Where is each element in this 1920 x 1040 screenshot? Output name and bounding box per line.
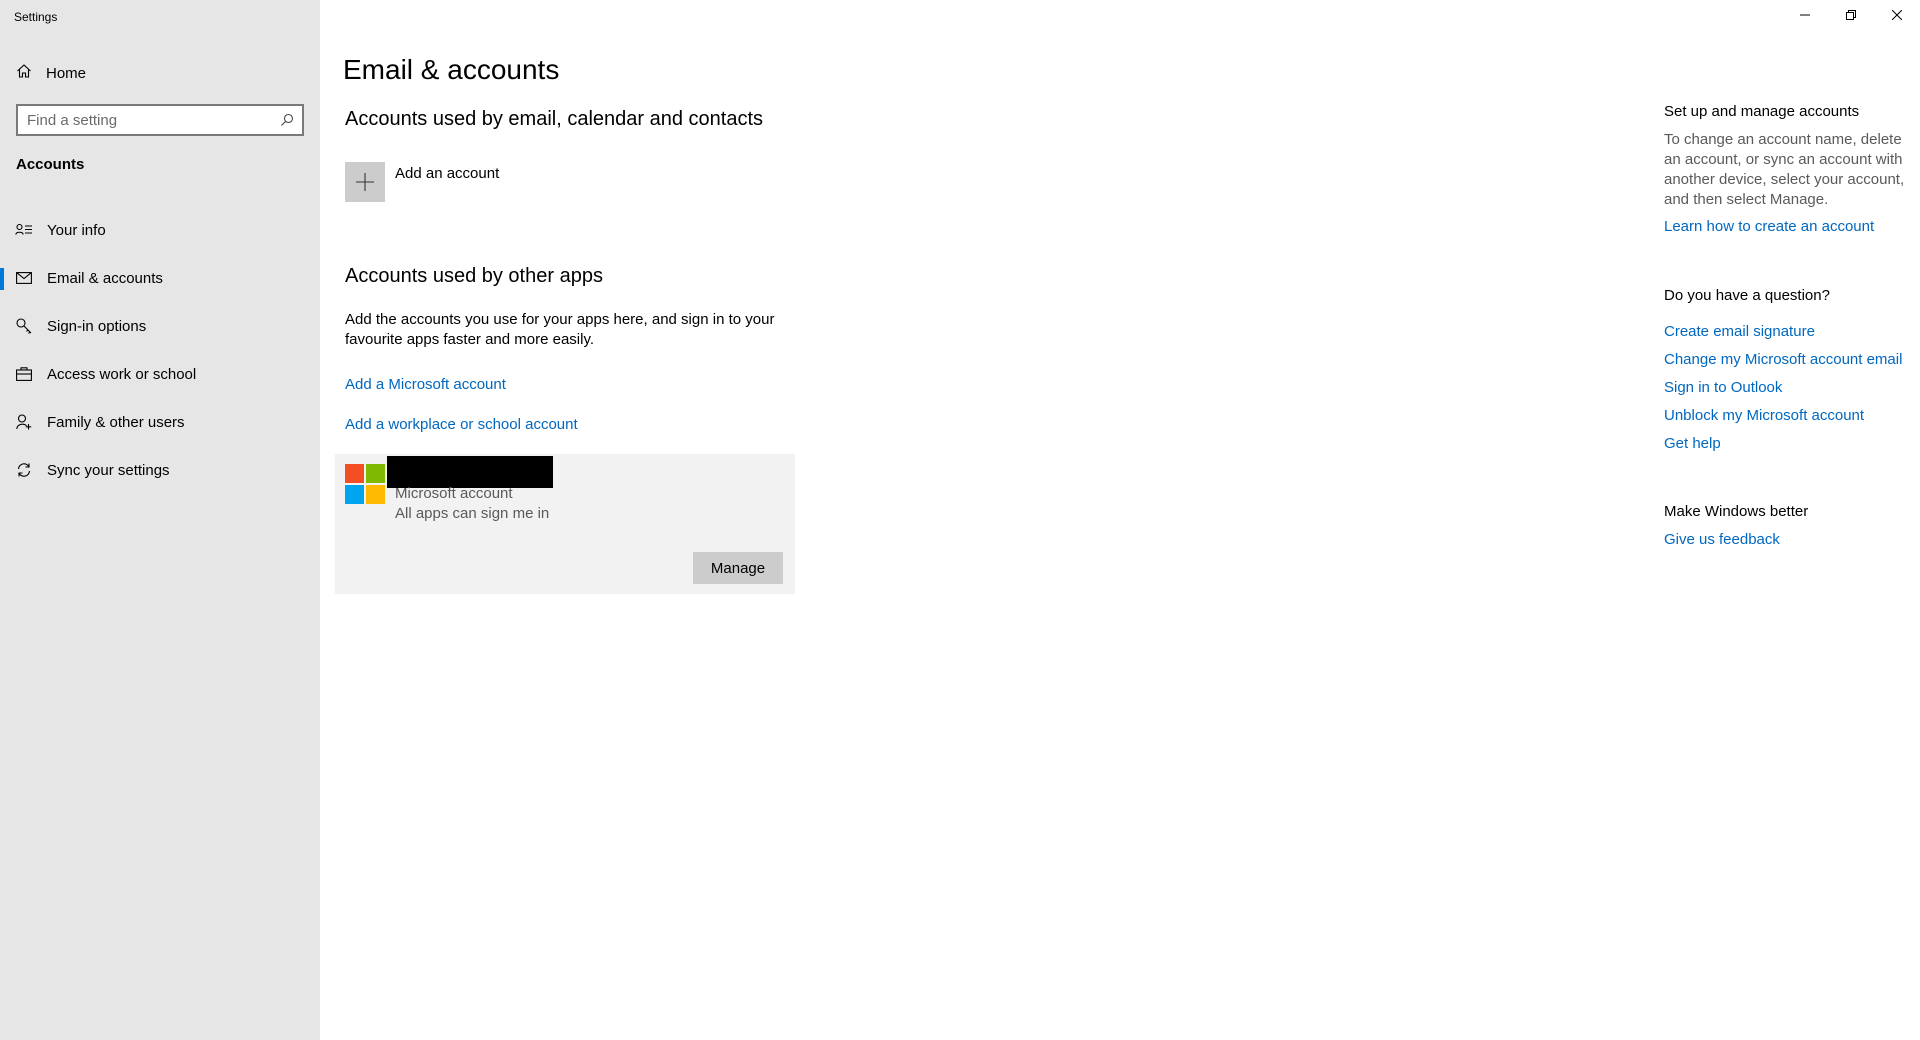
home-icon (16, 63, 32, 84)
apps-section-heading: Accounts used by other apps (345, 265, 603, 287)
add-workplace-account-link[interactable]: Add a workplace or school account (345, 416, 578, 433)
sidebar-item-label: Your info (47, 221, 106, 239)
unblock-account-link[interactable]: Unblock my Microsoft account (1664, 407, 1864, 424)
sidebar-item-label: Access work or school (47, 365, 197, 383)
sidebar-item-your-info[interactable]: Your info (0, 206, 320, 254)
sidebar-item-label: Family & other users (47, 413, 185, 431)
sign-in-outlook-link[interactable]: Sign in to Outlook (1664, 379, 1782, 396)
microsoft-logo-icon (345, 464, 385, 504)
learn-create-account-link[interactable]: Learn how to create an account (1664, 218, 1874, 235)
sidebar-item-access-work-school[interactable]: Access work or school (0, 350, 320, 398)
account-card[interactable]: Microsoft account All apps can sign me i… (335, 454, 795, 594)
sidebar: Settings Home Accounts Your info (0, 0, 320, 1040)
apps-section-description: Add the accounts you use for your apps h… (345, 311, 775, 348)
create-email-signature-link[interactable]: Create email signature (1664, 323, 1815, 340)
add-account-label: Add an account (395, 165, 500, 182)
add-microsoft-account-link[interactable]: Add a Microsoft account (345, 376, 506, 393)
give-feedback-link[interactable]: Give us feedback (1664, 531, 1780, 548)
nav-list: Your info Email & accounts Sign-in optio… (0, 206, 320, 494)
account-status: All apps can sign me in (395, 505, 550, 522)
sidebar-item-sync-settings[interactable]: Sync your settings (0, 446, 320, 494)
app-title: Settings (14, 10, 58, 24)
redacted-account-name (387, 456, 553, 488)
setup-heading: Set up and manage accounts (1664, 103, 1860, 120)
related-settings-panel: Set up and manage accounts To change an … (1664, 0, 1920, 1040)
person-add-icon (15, 413, 33, 431)
search-box (16, 104, 304, 136)
email-section-heading: Accounts used by email, calendar and con… (345, 108, 764, 130)
feedback-heading: Make Windows better (1664, 503, 1809, 520)
account-type: Microsoft account (395, 485, 513, 502)
sidebar-item-label: Email & accounts (47, 269, 163, 287)
sidebar-item-label: Sign-in options (47, 317, 147, 335)
search-input[interactable] (18, 106, 272, 134)
sync-icon (15, 461, 33, 479)
section-title: Accounts (16, 156, 85, 173)
main-content: Email & accounts Accounts used by email,… (335, 0, 1243, 1040)
search-icon[interactable] (272, 106, 302, 134)
get-help-link[interactable]: Get help (1664, 435, 1721, 452)
setup-text: To change an account name, delete an acc… (1664, 131, 1905, 208)
manage-button[interactable]: Manage (693, 552, 783, 584)
sidebar-item-email-accounts[interactable]: Email & accounts (0, 254, 320, 302)
add-account-button[interactable]: Add an account (345, 162, 499, 202)
key-icon (15, 317, 33, 335)
mail-icon (15, 269, 33, 287)
home-nav-item[interactable]: Home (0, 58, 320, 88)
sidebar-item-sign-in-options[interactable]: Sign-in options (0, 302, 320, 350)
change-account-email-link[interactable]: Change my Microsoft account email (1664, 351, 1902, 368)
question-heading: Do you have a question? (1664, 287, 1830, 304)
home-label: Home (46, 64, 87, 82)
page-title: Email & accounts (343, 54, 560, 85)
sidebar-item-family-other-users[interactable]: Family & other users (0, 398, 320, 446)
briefcase-icon (15, 365, 33, 383)
person-card-icon (15, 221, 33, 239)
sidebar-item-label: Sync your settings (47, 461, 170, 479)
plus-icon (345, 162, 385, 202)
